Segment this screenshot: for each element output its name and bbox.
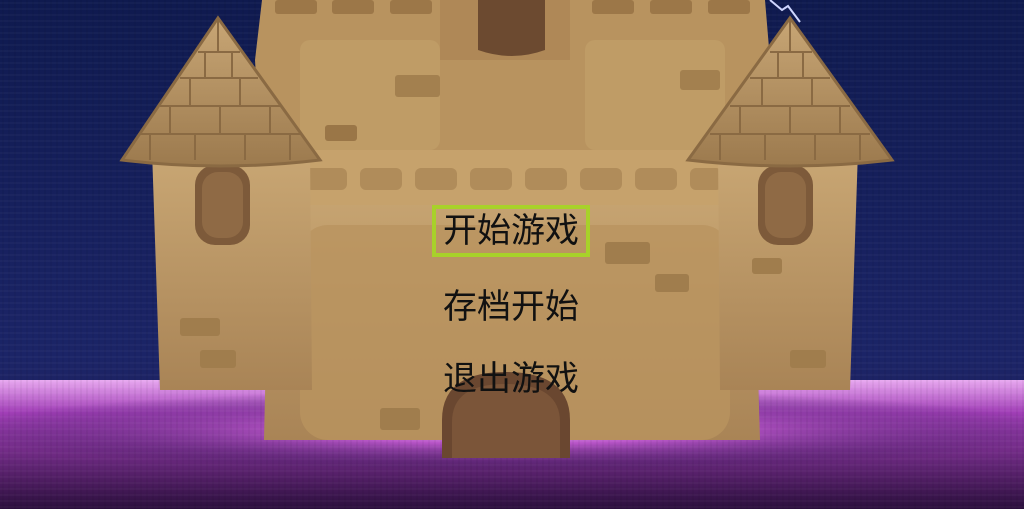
game-title-screen: 开始游戏 存档开始 退出游戏	[0, 0, 1024, 509]
exit-game-button[interactable]: 退出游戏	[432, 353, 590, 405]
start-game-button[interactable]: 开始游戏	[432, 205, 590, 257]
load-save-button[interactable]: 存档开始	[432, 281, 590, 333]
main-menu: 开始游戏 存档开始 退出游戏	[0, 0, 1024, 509]
